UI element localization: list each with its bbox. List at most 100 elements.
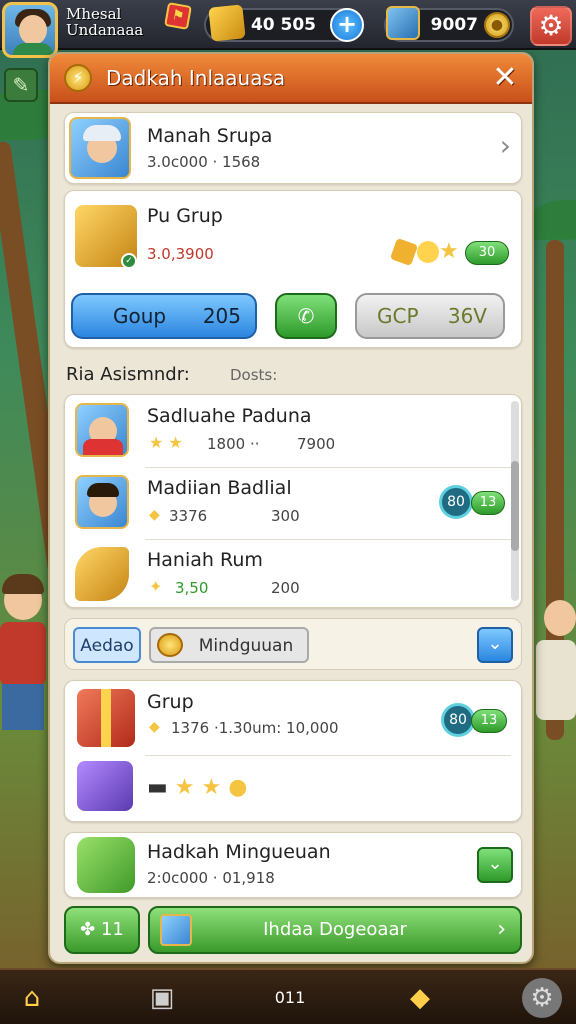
star-icon: ★ bbox=[439, 239, 459, 264]
expand-button[interactable]: ⌄ bbox=[477, 847, 513, 883]
pencil-icon: ✎ bbox=[12, 73, 30, 97]
list-item[interactable]: Sadluahe Paduna ★ ★ 1800 ·· 7900 bbox=[65, 395, 505, 465]
close-button[interactable]: ✕ bbox=[488, 62, 522, 96]
reward-icons: ★ bbox=[389, 237, 463, 267]
gold-value: 40 505 bbox=[250, 15, 316, 35]
group-card: ✓ Pu Grup 3.0,3900 ★ 30 Goup 205 ✆ GCP 3… bbox=[64, 190, 522, 348]
footer-big-label: Ihdaa Dogeoaar bbox=[263, 919, 407, 940]
member-stat-a: 3376 bbox=[169, 507, 208, 525]
lightning-icon: ⚡ bbox=[64, 64, 92, 92]
star-icon: ★ bbox=[174, 775, 195, 800]
nav-center-button[interactable]: 011 bbox=[262, 980, 318, 1016]
coin-icon: ● bbox=[228, 775, 248, 800]
chevron-down-icon[interactable]: ⌄ bbox=[477, 627, 513, 663]
gem-icon bbox=[389, 237, 419, 267]
section-label: Ria Asismndr: bbox=[66, 364, 190, 385]
settings-button[interactable]: ⚙ bbox=[530, 6, 572, 46]
member-name: Haniah Rum bbox=[147, 549, 263, 571]
group-secondary-label: GCP bbox=[377, 304, 419, 328]
map-value: 9007 bbox=[430, 15, 478, 35]
map-icon bbox=[386, 6, 420, 40]
group-primary-value: 205 bbox=[202, 304, 241, 328]
member-stat-b: 200 bbox=[271, 579, 300, 597]
footer-main-button[interactable]: Ihdaa Dogeoaar › bbox=[148, 906, 522, 954]
bg-character-right bbox=[536, 600, 576, 820]
mingueuan-card[interactable]: Hadkah Mingueuan 2:0c000 · 01,918 ⌄ bbox=[64, 832, 522, 898]
avatar-body bbox=[13, 43, 53, 55]
mingueuan-subtitle: 2:0c000 · 01,918 bbox=[147, 869, 275, 887]
gear-icon: ⚙ bbox=[538, 9, 564, 42]
settings-nav-icon[interactable]: ⚙ bbox=[522, 978, 562, 1018]
avatar-face bbox=[19, 15, 47, 45]
group-secondary-value: 36V bbox=[447, 304, 487, 328]
anvil-icon: ▬ bbox=[147, 775, 168, 800]
star-icon: ★ bbox=[201, 775, 222, 800]
player-avatar[interactable] bbox=[2, 2, 58, 58]
treasure-chest-icon: ✓ bbox=[75, 205, 137, 269]
coin-icon bbox=[157, 633, 183, 657]
coin-icon: ● bbox=[484, 12, 510, 38]
dragon-icon bbox=[77, 837, 135, 893]
list-item[interactable]: Haniah Rum ✦ 3,50 200 bbox=[65, 539, 505, 609]
reward-icons: ▬ ★ ★ ● bbox=[147, 775, 277, 803]
member-stat-b: 7900 bbox=[297, 435, 336, 453]
group-primary-label: Goup bbox=[113, 304, 167, 328]
group-title: Pu Grup bbox=[147, 205, 223, 227]
group-amount: 3.0,3900 bbox=[147, 245, 214, 263]
profile-subtitle: 3.0c000 · 1568 bbox=[147, 153, 261, 171]
member-name: Sadluahe Paduna bbox=[147, 405, 312, 427]
close-icon: ✕ bbox=[492, 60, 518, 95]
treasure-icon[interactable]: ◆ bbox=[398, 978, 442, 1018]
member-stat-a: 1800 ·· bbox=[207, 435, 260, 453]
main-panel: ⚡ Dadkah Inlaauasa ✕ Manah Srupa 3.0c000… bbox=[48, 52, 534, 964]
tab-label: Mindguuan bbox=[198, 636, 294, 656]
grup-pill: 13 bbox=[471, 709, 507, 733]
home-icon[interactable]: ⌂ bbox=[10, 978, 54, 1018]
member-avatar bbox=[75, 403, 129, 457]
member-pill: 13 bbox=[471, 491, 505, 515]
profile-card[interactable]: Manah Srupa 3.0c000 · 1568 › bbox=[64, 112, 522, 184]
bottom-nav: ⌂ ▣ 011 ◆ ⚙ bbox=[0, 968, 576, 1024]
chevron-right-icon: › bbox=[497, 917, 506, 942]
star-icon: ✦ bbox=[149, 577, 163, 596]
backpack-icon[interactable]: ▣ bbox=[140, 978, 184, 1018]
member-level-ring: 80 bbox=[439, 485, 473, 519]
footer-small-label: 11 bbox=[100, 919, 124, 940]
gold-crate-icon bbox=[208, 4, 246, 42]
bg-palm-leaf bbox=[530, 200, 576, 240]
member-avatar bbox=[75, 475, 129, 529]
grup-card: Grup ◆ 1376 ·1.30um: 10,000 80 13 ▬ ★ ★ … bbox=[64, 680, 522, 822]
tab-aedao[interactable]: Aedao bbox=[73, 627, 141, 663]
group-secondary-button[interactable]: GCP 36V bbox=[355, 293, 505, 339]
group-primary-button[interactable]: Goup 205 bbox=[71, 293, 257, 339]
chevron-down-icon: ⌄ bbox=[487, 853, 503, 874]
gift-box-icon bbox=[77, 689, 135, 747]
side-tool-button[interactable]: ✎ bbox=[4, 68, 38, 102]
filter-tab-bar: Aedao Mindguuan ⌄ bbox=[64, 618, 522, 670]
grup-title: Grup bbox=[147, 691, 194, 713]
tab-mindguuan[interactable]: Mindguuan bbox=[149, 627, 309, 663]
minecart-icon bbox=[77, 761, 133, 811]
star-icon: ★ ★ bbox=[149, 433, 183, 452]
gem-icon: ◆ bbox=[149, 507, 160, 523]
grup-stats: 1376 ·1.30um: 10,000 bbox=[171, 719, 339, 737]
mingueuan-title: Hadkah Mingueuan bbox=[147, 841, 331, 863]
member-stat-a: 3,50 bbox=[175, 579, 209, 597]
add-gold-button[interactable]: + bbox=[330, 8, 364, 42]
cube-icon bbox=[160, 914, 192, 946]
grup-level-ring: 80 bbox=[441, 703, 475, 737]
panel-title: Dadkah Inlaauasa bbox=[106, 66, 286, 90]
divider bbox=[145, 755, 511, 756]
footer-small-button[interactable]: ✤ 11 bbox=[64, 906, 140, 954]
list-item[interactable]: Madiian Badlial ◆ 3376 300 80 13 bbox=[65, 467, 505, 537]
scroll-thumb[interactable] bbox=[511, 461, 519, 551]
phone-icon: ✆ bbox=[297, 304, 315, 328]
flag-icon[interactable]: ⚑ bbox=[164, 2, 192, 30]
profile-thumb bbox=[69, 117, 131, 179]
scrollbar[interactable] bbox=[511, 401, 519, 601]
badge-dot: ✓ bbox=[121, 253, 137, 269]
reward-pill: 30 bbox=[465, 241, 509, 265]
chat-button[interactable]: ✆ bbox=[275, 293, 337, 339]
panel-header: ⚡ Dadkah Inlaauasa ✕ bbox=[50, 54, 532, 104]
reward-arrow-icon bbox=[75, 547, 129, 601]
